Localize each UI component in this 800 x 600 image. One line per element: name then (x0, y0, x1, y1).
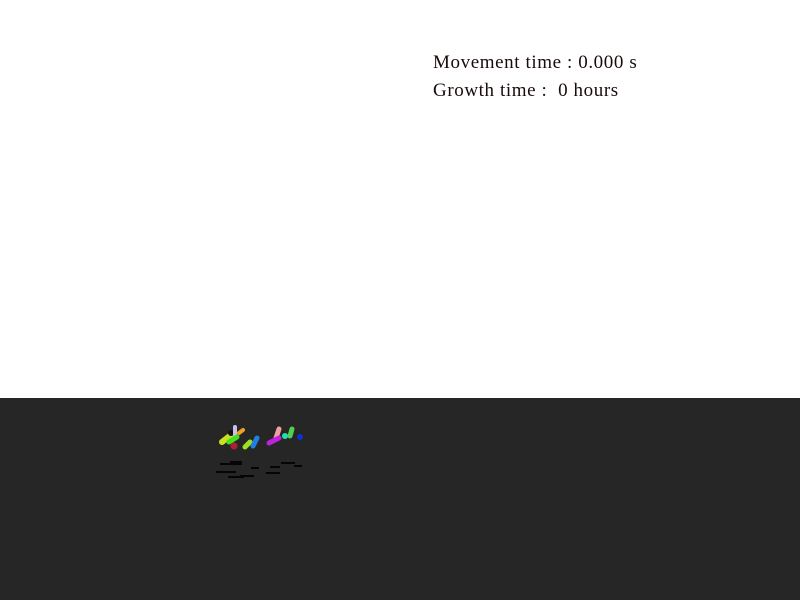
shadow (266, 472, 280, 474)
shadows (216, 461, 302, 478)
movement-time-value: 0.000 s (578, 52, 638, 73)
shadow (294, 465, 302, 467)
simulation-viewport[interactable] (0, 0, 800, 600)
growth-time-value: 0 hours (558, 80, 619, 101)
cell (250, 435, 260, 449)
shadow (230, 461, 242, 463)
growth-time-label: Growth time : (433, 80, 559, 101)
shadow (220, 463, 242, 465)
shadow (270, 466, 280, 468)
shadow (251, 467, 259, 469)
cell (266, 435, 282, 446)
movement-time-label: Movement time : (433, 52, 579, 73)
shadow (240, 475, 254, 477)
growth-time-line: Growth time : 0 hours (433, 77, 637, 105)
shadow (216, 471, 236, 473)
time-readout: Movement time : 0.000 s Growth time : 0 h… (433, 49, 637, 105)
cell (287, 426, 295, 439)
cell (237, 428, 245, 435)
shadow (281, 462, 295, 464)
cell (242, 439, 253, 450)
movement-time-line: Movement time : 0.000 s (433, 49, 637, 77)
